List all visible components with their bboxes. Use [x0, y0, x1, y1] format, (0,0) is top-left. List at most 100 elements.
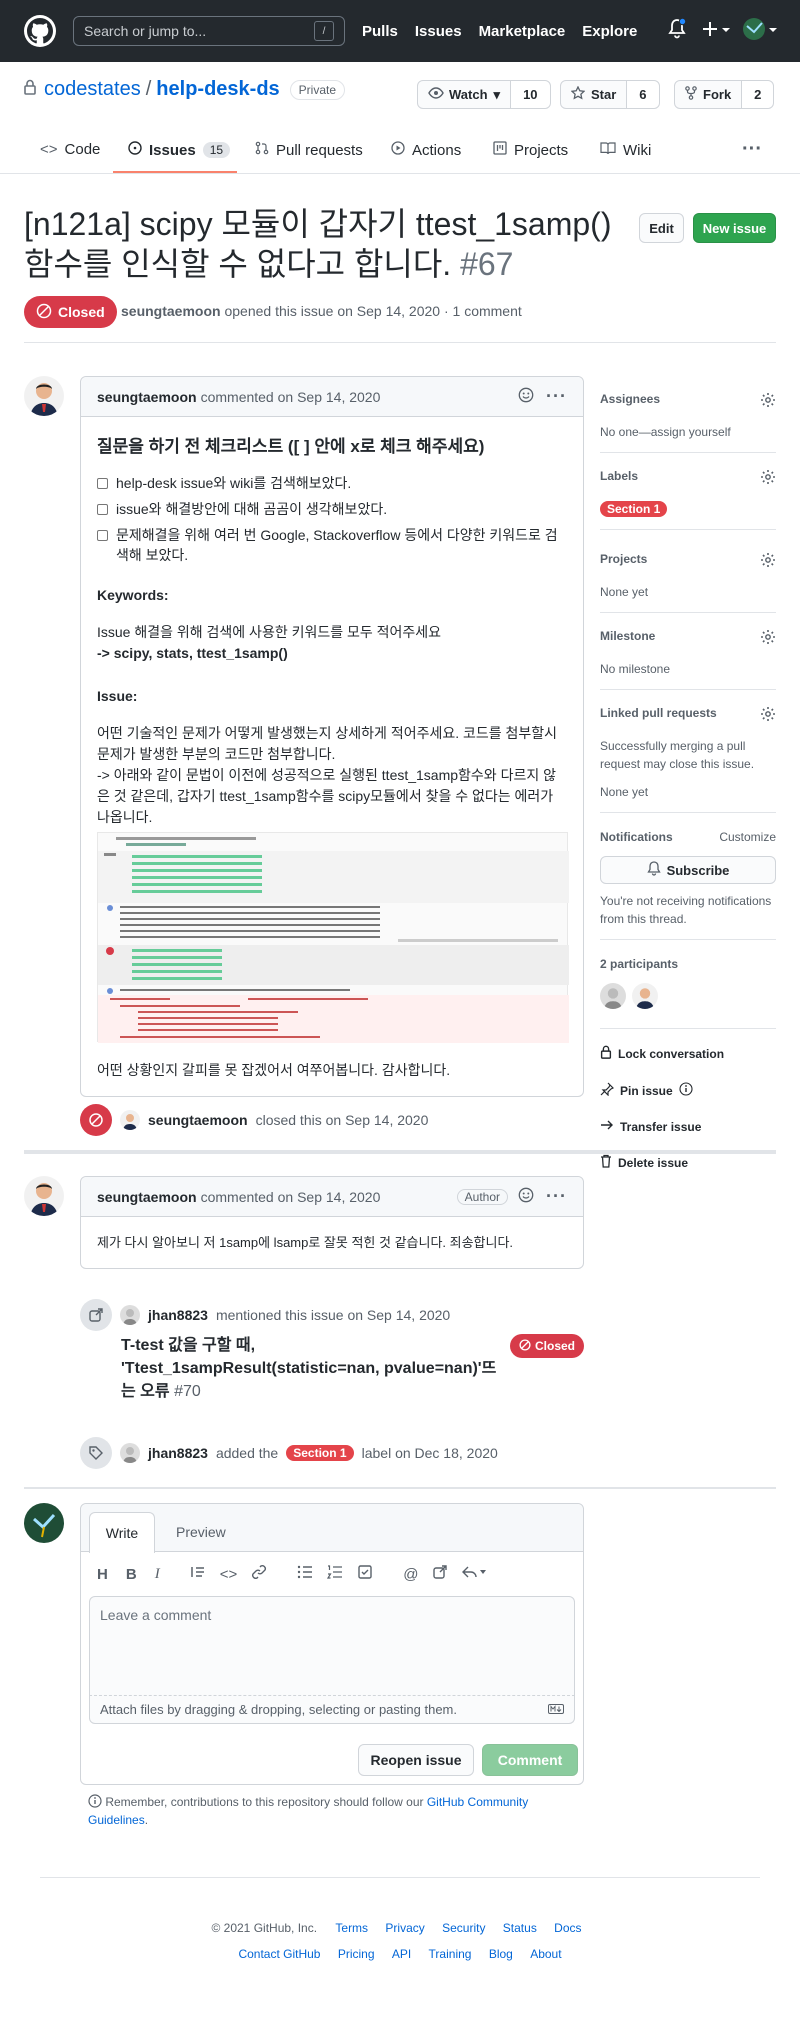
- event-actor[interactable]: jhan8823: [148, 1445, 208, 1461]
- tab-projects[interactable]: Projects: [493, 141, 568, 159]
- watch-button[interactable]: Watch ▾ 10: [417, 80, 551, 109]
- commenter-avatar[interactable]: [24, 1176, 64, 1216]
- sidebar-label-badge[interactable]: Section 1: [600, 501, 668, 517]
- transfer-issue-action[interactable]: Transfer issue: [600, 1119, 776, 1134]
- user-avatar-menu[interactable]: [742, 16, 778, 45]
- search-input[interactable]: Search or jump to... /: [73, 16, 345, 46]
- assignees-value[interactable]: No one—assign yourself: [600, 423, 776, 441]
- gear-icon[interactable]: [760, 392, 776, 411]
- comment-timestamp[interactable]: commented on Sep 14, 2020: [201, 1189, 381, 1205]
- footer-link-blog[interactable]: Blog: [489, 1947, 513, 1961]
- footer-link-terms[interactable]: Terms: [335, 1921, 368, 1935]
- comment-author[interactable]: seungtaemoon: [97, 1189, 197, 1205]
- more-tabs-kebab-icon[interactable]: ···: [742, 138, 762, 161]
- footer-link-status[interactable]: Status: [503, 1921, 537, 1935]
- subscribe-button[interactable]: Subscribe: [600, 856, 776, 884]
- fork-count[interactable]: 2: [742, 81, 774, 108]
- nav-marketplace[interactable]: Marketplace: [479, 23, 566, 40]
- comment-options-kebab-icon[interactable]: ···: [546, 1186, 567, 1207]
- add-reaction-icon[interactable]: [518, 1187, 534, 1206]
- footer-link-training[interactable]: Training: [429, 1947, 472, 1961]
- nav-issues[interactable]: Issues: [415, 23, 462, 40]
- italic-icon[interactable]: I: [155, 1566, 160, 1583]
- new-issue-button[interactable]: New issue: [693, 213, 776, 243]
- tab-preview[interactable]: Preview: [176, 1524, 226, 1540]
- projects-value: None yet: [600, 585, 649, 599]
- actor-avatar[interactable]: [120, 1110, 140, 1130]
- gear-icon[interactable]: [760, 552, 776, 571]
- footer-link-about[interactable]: About: [530, 1947, 561, 1961]
- code-screenshot-image[interactable]: [97, 832, 569, 1043]
- star-button[interactable]: Star 6: [560, 80, 660, 109]
- watch-count[interactable]: 10: [511, 81, 550, 108]
- github-logo-icon[interactable]: [24, 15, 56, 47]
- notifications-bell-icon[interactable]: [668, 17, 687, 43]
- task-checkbox[interactable]: [97, 504, 108, 515]
- commenter-avatar[interactable]: [24, 376, 64, 416]
- footer-link-security[interactable]: Security: [442, 1921, 485, 1935]
- link-icon[interactable]: [251, 1564, 267, 1584]
- comment-textarea[interactable]: Leave a comment: [89, 1596, 575, 1696]
- nav-pulls[interactable]: Pulls: [362, 23, 398, 40]
- numbered-list-icon[interactable]: [327, 1565, 343, 1583]
- footer-link-api[interactable]: API: [392, 1947, 411, 1961]
- bulleted-list-icon[interactable]: [297, 1565, 313, 1583]
- comment-submit-button[interactable]: Comment: [482, 1744, 578, 1776]
- attach-files-bar[interactable]: Attach files by dragging & dropping, sel…: [89, 1696, 575, 1724]
- reopen-issue-button[interactable]: Reopen issue: [358, 1744, 474, 1776]
- tab-wiki[interactable]: Wiki: [600, 141, 651, 159]
- sidebar-divider: [600, 812, 776, 813]
- fork-button[interactable]: Fork 2: [674, 80, 775, 109]
- tab-code[interactable]: <> Code: [40, 141, 100, 158]
- delete-issue-action[interactable]: Delete issue: [600, 1154, 776, 1171]
- actor-avatar[interactable]: [120, 1443, 140, 1463]
- watch-label: Watch: [449, 87, 488, 102]
- customize-link[interactable]: Customize: [719, 830, 776, 844]
- comment-timestamp[interactable]: commented on Sep 14, 2020: [201, 389, 381, 405]
- gear-icon[interactable]: [760, 706, 776, 725]
- gear-icon[interactable]: [760, 629, 776, 648]
- reply-icon[interactable]: [462, 1565, 488, 1583]
- tab-write[interactable]: Write: [89, 1512, 155, 1553]
- edit-issue-button[interactable]: Edit: [639, 213, 684, 243]
- quote-icon[interactable]: [190, 1565, 206, 1583]
- comment-options-kebab-icon[interactable]: ···: [546, 386, 567, 407]
- issue-author-link[interactable]: seungtaemoon: [121, 303, 221, 319]
- heading-icon[interactable]: H: [97, 1566, 108, 1583]
- create-new-plus-icon[interactable]: [702, 20, 732, 43]
- participant-avatar[interactable]: [632, 983, 658, 1009]
- tab-issues[interactable]: Issues 15: [128, 141, 231, 159]
- tab-pull-requests[interactable]: Pull requests: [255, 141, 363, 159]
- mention-icon[interactable]: @: [403, 1566, 418, 1583]
- gear-icon[interactable]: [760, 469, 776, 488]
- repo-name-link[interactable]: help-desk-ds: [156, 78, 279, 101]
- delete-label: Delete issue: [618, 1155, 689, 1170]
- nav-explore[interactable]: Explore: [582, 23, 637, 40]
- code-icon[interactable]: <>: [220, 1566, 238, 1583]
- footer-link-contact[interactable]: Contact GitHub: [238, 1947, 320, 1961]
- repo-owner-link[interactable]: codestates: [44, 78, 141, 101]
- event-actor[interactable]: jhan8823: [148, 1307, 208, 1323]
- reference-icon[interactable]: [432, 1564, 448, 1584]
- add-reaction-icon[interactable]: [518, 387, 534, 406]
- label-badge[interactable]: Section 1: [286, 1445, 354, 1461]
- copyright: © 2021 GitHub, Inc.: [211, 1921, 318, 1935]
- task-list-icon[interactable]: [357, 1564, 373, 1584]
- footer-link-privacy[interactable]: Privacy: [385, 1921, 424, 1935]
- tab-actions-label: Actions: [412, 141, 462, 159]
- current-user-avatar[interactable]: [24, 1503, 64, 1543]
- task-checkbox[interactable]: [97, 478, 108, 489]
- referenced-issue-link[interactable]: T-test 값을 구할 때, 'Ttest_1sampResult(stati…: [121, 1334, 501, 1403]
- tab-actions[interactable]: Actions: [391, 141, 461, 159]
- pin-issue-action[interactable]: Pin issue: [600, 1082, 776, 1099]
- participant-avatar[interactable]: [600, 983, 626, 1009]
- lock-conversation-action[interactable]: Lock conversation: [600, 1045, 776, 1062]
- comment-author[interactable]: seungtaemoon: [97, 389, 197, 405]
- star-count[interactable]: 6: [627, 81, 659, 108]
- bold-icon[interactable]: B: [126, 1566, 137, 1583]
- event-actor[interactable]: seungtaemoon: [148, 1112, 248, 1128]
- actor-avatar[interactable]: [120, 1305, 140, 1325]
- task-checkbox[interactable]: [97, 530, 108, 541]
- footer-link-pricing[interactable]: Pricing: [338, 1947, 375, 1961]
- footer-link-docs[interactable]: Docs: [554, 1921, 581, 1935]
